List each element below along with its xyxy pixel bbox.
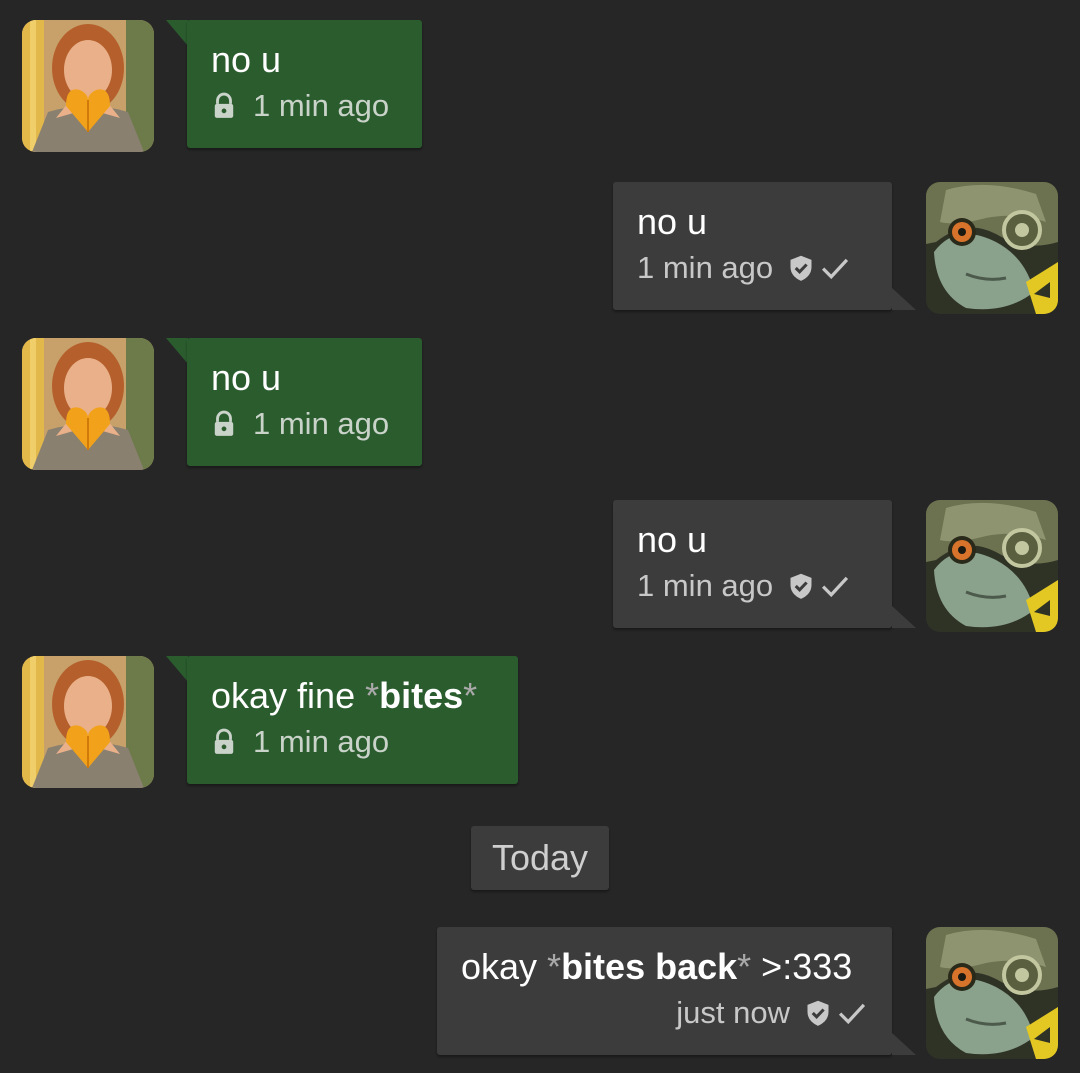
message-meta: 1 min ago: [637, 248, 868, 288]
message-text: okay fine *bites*: [211, 674, 494, 718]
bubble-tail: [166, 338, 188, 364]
incoming-message-bubble[interactable]: no u 1 min ago: [187, 20, 422, 148]
asterisk: *: [737, 946, 752, 987]
shield-check-icon: [787, 571, 815, 601]
outgoing-message-bubble[interactable]: no u 1 min ago: [613, 182, 892, 310]
message-time: just now: [676, 995, 790, 1030]
message-time: 1 min ago: [637, 568, 774, 603]
bubble-tail: [892, 288, 916, 310]
asterisk: *: [365, 675, 380, 716]
bubble-tail: [166, 20, 188, 46]
message-meta: 1 min ago: [211, 404, 398, 444]
lock-icon: [211, 409, 237, 439]
contact-avatar[interactable]: [22, 656, 154, 788]
message-text-bold: bites back: [561, 946, 738, 987]
message-text-plain: >:333: [751, 946, 853, 987]
asterisk: *: [463, 675, 478, 716]
message-text: no u: [637, 201, 708, 242]
message-meta: just now: [461, 993, 868, 1033]
lock-icon: [211, 727, 237, 757]
date-separator: Today: [471, 826, 609, 890]
incoming-message-bubble[interactable]: okay fine *bites* 1 min ago: [187, 656, 518, 784]
outgoing-message-bubble[interactable]: no u 1 min ago: [613, 500, 892, 628]
shield-check-icon: [787, 253, 815, 283]
contact-avatar[interactable]: [22, 338, 154, 470]
message-text-bold: bites: [379, 675, 464, 716]
message-time: 1 min ago: [637, 250, 774, 285]
chat-screen: no u 1 min ago no u 1 min ago no u 1 min…: [0, 0, 1080, 1073]
message-meta: 1 min ago: [211, 86, 398, 126]
user-avatar[interactable]: [926, 182, 1058, 314]
user-avatar[interactable]: [926, 927, 1058, 1059]
incoming-message-bubble[interactable]: no u 1 min ago: [187, 338, 422, 466]
message-meta: 1 min ago: [211, 722, 494, 762]
message-text: no u: [211, 39, 282, 80]
message-meta: 1 min ago: [637, 566, 868, 606]
message-time: 1 min ago: [253, 88, 390, 123]
asterisk: *: [547, 946, 562, 987]
bubble-tail: [892, 1033, 916, 1055]
lock-icon: [211, 91, 237, 121]
message-text-plain: okay fine: [211, 675, 366, 716]
message-text-plain: okay: [461, 946, 548, 987]
message-text: okay *bites back* >:333: [461, 945, 868, 989]
outgoing-message-bubble[interactable]: okay *bites back* >:333 just now: [437, 927, 892, 1055]
user-avatar[interactable]: [926, 500, 1058, 632]
shield-check-icon: [804, 998, 832, 1028]
message-time: 1 min ago: [253, 406, 390, 441]
message-text: no u: [211, 357, 282, 398]
checkmark-icon: [819, 571, 851, 601]
bubble-tail: [892, 606, 916, 628]
message-time: 1 min ago: [253, 724, 390, 759]
message-text: no u: [637, 519, 708, 560]
checkmark-icon: [836, 998, 868, 1028]
contact-avatar[interactable]: [22, 20, 154, 152]
checkmark-icon: [819, 253, 851, 283]
bubble-tail: [166, 656, 188, 682]
